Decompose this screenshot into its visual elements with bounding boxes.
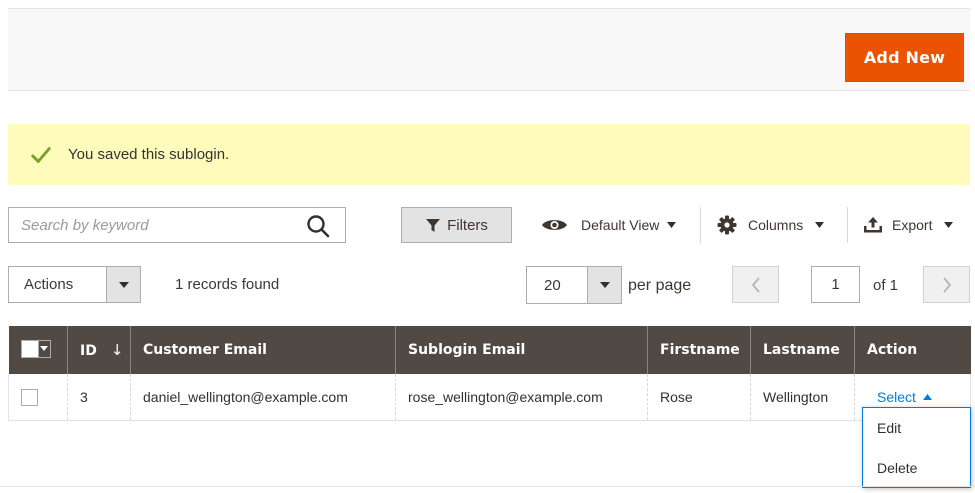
per-page-select[interactable]: 20 [526,266,622,304]
toolbar-divider [847,207,848,243]
column-header-customer-email[interactable]: Customer Email [130,326,396,374]
gear-icon [717,215,737,235]
export-dropdown[interactable]: Export [863,207,954,243]
row-action-select-label: Select [877,388,916,405]
previous-page-button[interactable] [732,266,779,303]
per-page-dropdown-toggle[interactable] [587,267,621,303]
next-page-button[interactable] [923,266,970,303]
mass-select-header [8,326,68,374]
cell-firstname: Rose [647,374,751,421]
action-menu-item-edit[interactable]: Edit [863,408,970,448]
mass-select-box[interactable] [21,340,38,357]
view-label: Default View [581,217,660,233]
table-row: 3 daniel_wellington@example.com rose_wel… [8,374,971,421]
column-header-sublogin-email[interactable]: Sublogin Email [395,326,648,374]
page-count: of 1 [873,277,899,294]
table-header-row: ID ↓ Customer Email Sublogin Email Firstn… [8,326,971,374]
caret-down-icon [944,222,954,228]
column-header-lastname[interactable]: Lastname [750,326,855,374]
sublogin-grid: ID ↓ Customer Email Sublogin Email Firstn… [8,326,971,421]
success-message: You saved this sublogin. [8,124,970,185]
eye-icon [542,220,567,230]
mass-actions-select[interactable]: Actions [8,266,141,303]
sort-down-icon: ↓ [110,341,124,359]
search-input[interactable] [9,208,289,242]
cell-id: 3 [67,374,131,421]
caret-down-icon[interactable] [37,340,50,357]
export-label: Export [892,217,933,233]
add-new-button[interactable]: Add New [845,33,964,82]
row-checkbox[interactable] [21,388,38,406]
search-box [8,207,346,243]
default-view-dropdown[interactable]: Default View [541,207,677,243]
caret-down-icon [599,282,610,288]
records-found: 1 records found [175,276,280,293]
caret-down-icon [118,281,129,288]
caret-down-icon [815,222,825,228]
page-divider [0,486,975,487]
chevron-left-icon [751,276,760,293]
actions-dropdown-toggle[interactable] [106,267,140,302]
per-page-label: per page [628,277,692,294]
caret-up-icon [922,393,932,400]
toolbar-divider [700,207,701,243]
cell-sublogin-email: rose_wellington@example.com [395,374,648,421]
column-header-id[interactable]: ID ↓ [67,326,131,374]
filters-button[interactable]: Filters [401,207,512,243]
columns-dropdown[interactable]: Columns [717,207,825,243]
per-page-value: 20 [544,276,561,294]
column-header-id-label: ID [80,343,97,359]
filters-label: Filters [447,216,488,234]
column-header-action: Action [854,326,971,374]
page-actions-bar: Add New [8,8,970,91]
caret-down-icon [667,222,677,228]
chevron-right-icon [942,276,951,293]
row-checkbox-cell [8,374,68,421]
column-header-firstname[interactable]: Firstname [647,326,751,374]
columns-label: Columns [748,217,804,233]
actions-label: Actions [24,276,74,293]
search-icon[interactable] [305,214,333,238]
check-icon [31,146,51,163]
cell-customer-email: daniel_wellington@example.com [130,374,396,421]
upload-icon [864,217,882,233]
row-action-menu: Edit Delete [862,407,971,488]
message-text: You saved this sublogin. [68,146,230,163]
mass-select-checkbox[interactable] [20,339,51,358]
cell-lastname: Wellington [750,374,855,421]
current-page-input[interactable] [811,266,860,303]
funnel-icon [426,218,441,232]
row-action-select[interactable]: Select [877,389,932,405]
action-menu-item-delete[interactable]: Delete [863,448,970,488]
